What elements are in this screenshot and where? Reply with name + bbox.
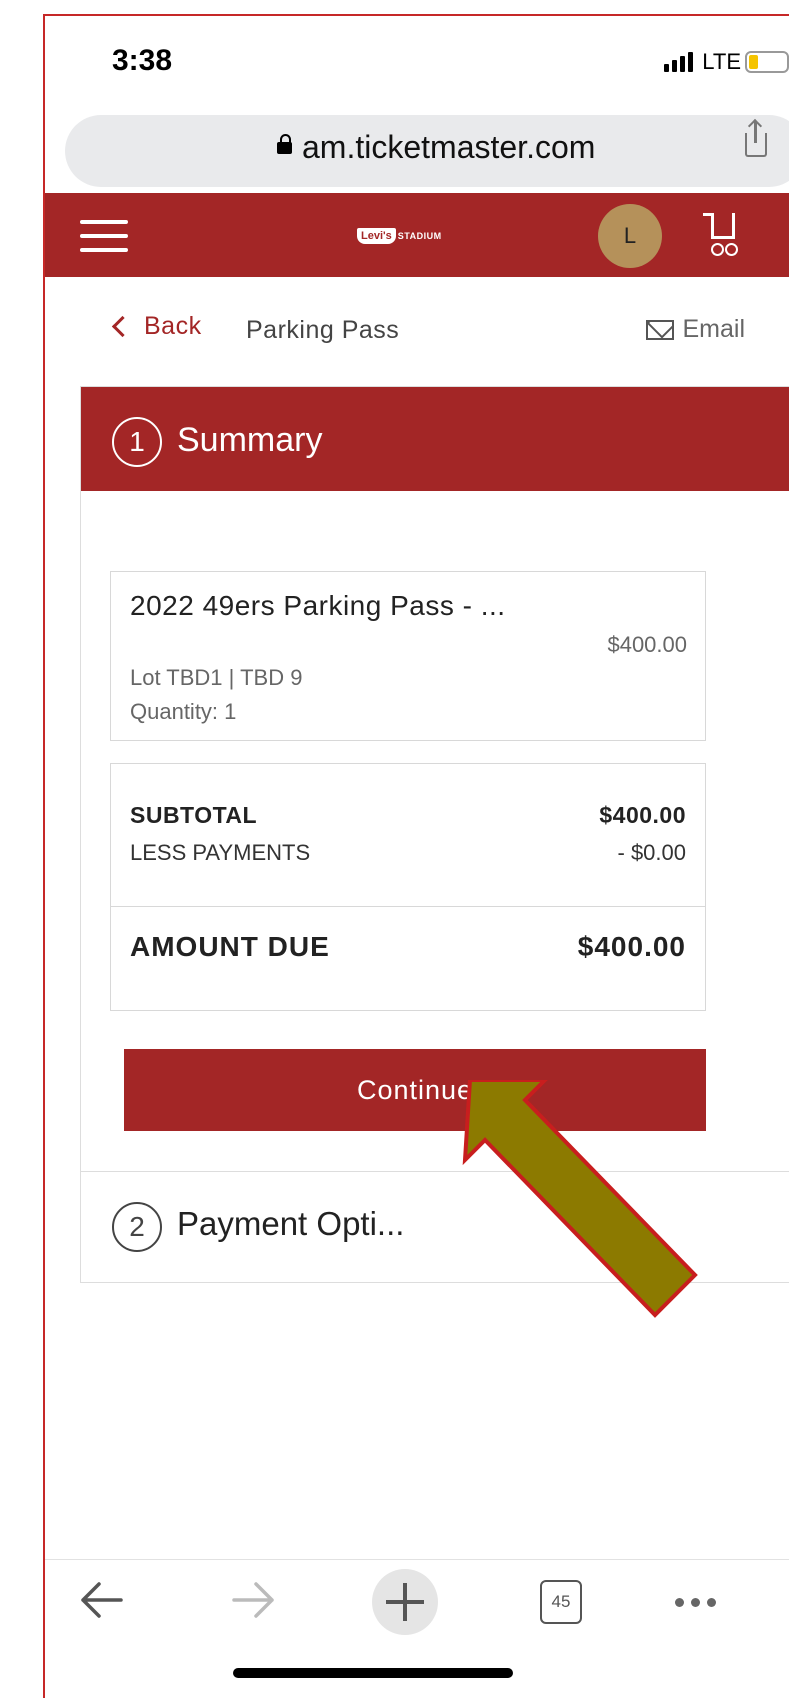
payment-title: Payment Opti... <box>177 1205 405 1242</box>
email-label: Email <box>682 315 745 343</box>
step-number: 2 <box>112 1202 162 1252</box>
levis-stadium-logo[interactable]: Levi's STADIUM <box>357 226 461 246</box>
annotation-arrow-icon <box>462 1080 698 1318</box>
back-label: Back <box>144 312 202 340</box>
step-number: 1 <box>112 417 162 467</box>
menu-icon[interactable] <box>80 220 128 254</box>
back-arrow-icon[interactable] <box>77 1578 125 1622</box>
item-price: $400.00 <box>607 632 687 657</box>
browser-frame: 3:38 LTE am.ticketmaster.com Levi's STAD… <box>43 14 789 1698</box>
site-header: Levi's STADIUM L <box>45 193 789 277</box>
signal-icon <box>664 52 693 72</box>
summary-header[interactable]: 1 Summary <box>81 387 789 491</box>
chevron-left-icon <box>111 315 134 338</box>
logo-brand: Levi's <box>357 228 396 244</box>
more-options-icon[interactable] <box>675 1598 716 1607</box>
cart-icon[interactable] <box>703 209 738 259</box>
logo-stadium: STADIUM <box>397 231 442 241</box>
breadcrumb: Back Parking Pass Email <box>45 312 789 362</box>
address-bar[interactable]: am.ticketmaster.com <box>65 115 789 187</box>
status-bar: 3:38 LTE <box>45 16 789 111</box>
new-tab-plus-icon[interactable] <box>372 1569 438 1635</box>
less-payments-value: - $0.00 <box>617 840 687 865</box>
email-link[interactable]: Email <box>646 315 745 344</box>
item-quantity: Quantity: 1 <box>130 699 237 724</box>
forward-arrow-icon[interactable] <box>230 1578 278 1622</box>
order-item: 2022 49ers Parking Pass - ... $400.00 Lo… <box>110 571 706 741</box>
item-name: 2022 49ers Parking Pass - ... <box>130 590 506 621</box>
divider <box>111 906 705 907</box>
page-title: Parking Pass <box>246 316 400 344</box>
back-link[interactable]: Back <box>111 312 202 341</box>
amount-due-label: AMOUNT DUE <box>130 931 330 962</box>
subtotal-value: $400.00 <box>599 802 686 828</box>
share-icon[interactable] <box>745 121 767 157</box>
mail-icon <box>646 319 675 340</box>
subtotal-label: SUBTOTAL <box>130 802 258 828</box>
summary-title: Summary <box>177 421 323 459</box>
home-indicator <box>233 1668 513 1678</box>
lock-icon <box>277 134 292 154</box>
tabs-count-icon[interactable]: 45 <box>540 1580 582 1624</box>
url-text: am.ticketmaster.com <box>302 129 596 165</box>
battery-icon <box>745 51 789 73</box>
status-time: 3:38 <box>112 44 173 77</box>
avatar[interactable]: L <box>598 204 662 268</box>
summary-body: 2022 49ers Parking Pass - ... $400.00 Lo… <box>81 491 789 1171</box>
network-label: LTE <box>702 49 741 74</box>
totals: SUBTOTAL $400.00 LESS PAYMENTS - $0.00 A… <box>110 763 706 1011</box>
amount-due-value: $400.00 <box>577 931 686 962</box>
item-lot: Lot TBD1 | TBD 9 <box>130 665 303 690</box>
browser-toolbar: 45 <box>45 1559 789 1640</box>
less-payments-label: LESS PAYMENTS <box>130 840 311 865</box>
